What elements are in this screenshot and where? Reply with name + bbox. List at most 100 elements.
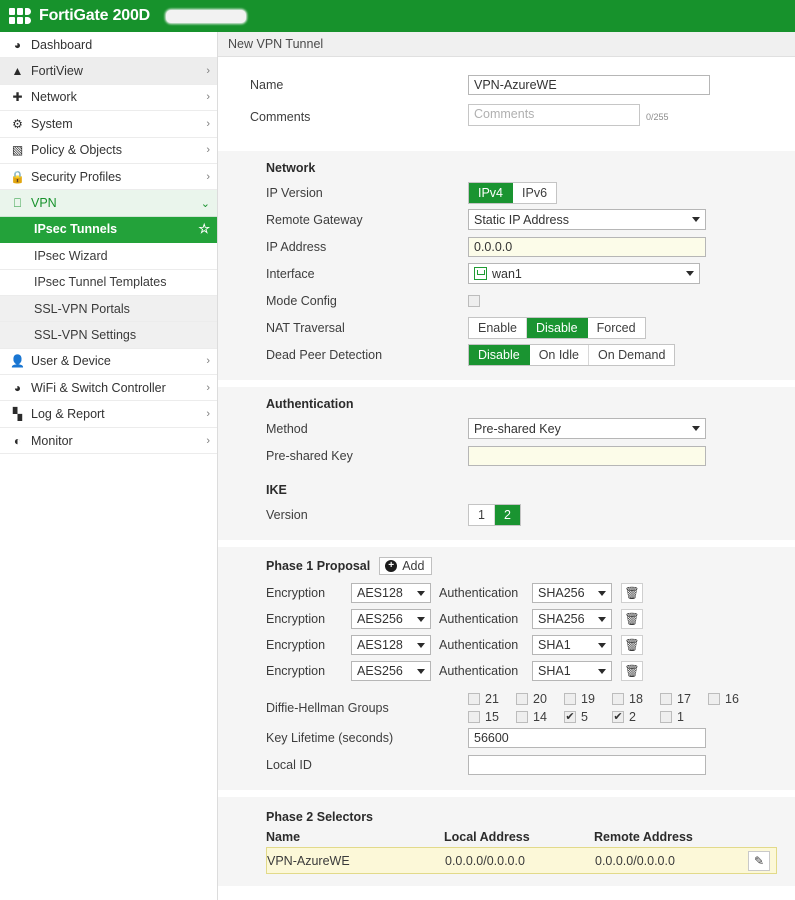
ike-version-option-2[interactable]: 2 [494, 504, 520, 525]
authentication-select[interactable]: SHA1 [532, 661, 612, 681]
sidebar-item-user-device[interactable]: 👤 User & Device › [0, 349, 217, 376]
dh-checkbox[interactable]: ✔ [516, 711, 528, 723]
sidebar-item-ipsec-tunnel-templates[interactable]: IPsec Tunnel Templates [0, 269, 217, 296]
dh-group-20[interactable]: ✔ 20 [516, 692, 564, 706]
sidebar-subitem-label: IPsec Wizard [34, 248, 108, 263]
sidebar-item-ipsec-wizard[interactable]: IPsec Wizard [0, 243, 217, 270]
key-lifetime-input[interactable] [468, 727, 706, 748]
selector-name: VPN-AzureWE [267, 853, 350, 868]
network-section-title: Network [266, 161, 316, 175]
comments-textarea[interactable] [468, 104, 640, 126]
nat-traversal-option-enable[interactable]: Enable [469, 317, 527, 338]
encryption-label: Encryption [266, 612, 326, 626]
lock-icon: 🔒 [10, 169, 25, 184]
encryption-value: AES256 [357, 612, 403, 626]
dh-checkbox[interactable]: ✔ [708, 693, 720, 705]
dpd-option-on-idle[interactable]: On Idle [530, 344, 589, 365]
dh-group-17[interactable]: ✔ 17 [660, 692, 708, 706]
nat-traversal-option-forced[interactable]: Forced [588, 318, 645, 338]
sidebar-item-security-profiles[interactable]: 🔒 Security Profiles › [0, 164, 217, 191]
sidebar-item-system[interactable]: ⚙ System › [0, 111, 217, 138]
ike-version-toggle[interactable]: 1 2 [468, 503, 521, 526]
sidebar-item-dashboard[interactable]: ◕ Dashboard [0, 32, 217, 59]
dh-checkbox[interactable]: ✔ [612, 693, 624, 705]
sidebar-item-log-report[interactable]: ▚ Log & Report › [0, 401, 217, 428]
dh-checkbox[interactable]: ✔ [660, 711, 672, 723]
ip-address-input[interactable] [468, 236, 706, 257]
dh-group-1[interactable]: ✔ 1 [660, 710, 708, 724]
chevron-down-icon [598, 668, 606, 674]
encryption-select[interactable]: AES128 [351, 635, 431, 655]
dh-checkbox[interactable]: ✔ [564, 693, 576, 705]
trash-icon[interactable]: 🗑 [621, 609, 643, 629]
proposal-row: Encryption AES128 Authentication SHA1 🗑 [218, 632, 795, 658]
dh-checkbox[interactable]: ✔ [468, 693, 480, 705]
sidebar-item-wifi-switch-controller[interactable]: ◕ WiFi & Switch Controller › [0, 375, 217, 402]
sidebar-item-fortiview[interactable]: ▲ FortiView › [0, 58, 217, 85]
dh-group-16[interactable]: ✔ 16 [708, 692, 756, 706]
fortinet-logo-icon [9, 8, 31, 24]
pre-shared-key-input[interactable] [468, 445, 706, 466]
dh-group-18[interactable]: ✔ 18 [612, 692, 660, 706]
nat-traversal-option-disable[interactable]: Disable [526, 317, 588, 338]
dpd-option-disable[interactable]: Disable [469, 344, 530, 365]
ike-version-option-1[interactable]: 1 [469, 504, 495, 525]
remote-gateway-label: Remote Gateway [266, 212, 363, 227]
sidebar-item-policy-objects[interactable]: ▧ Policy & Objects › [0, 138, 217, 164]
sidebar-item-ipsec-tunnels[interactable]: IPsec Tunnels ☆ [0, 216, 217, 244]
ip-version-option-ipv6[interactable]: IPv6 [513, 183, 556, 203]
favorite-star-icon[interactable]: ☆ [198, 221, 210, 237]
dh-group-15[interactable]: ✔ 15 [468, 710, 516, 724]
dh-group-21[interactable]: ✔ 21 [468, 692, 516, 706]
trash-icon[interactable]: 🗑 [621, 583, 643, 603]
pie-chart-icon: ◐ [13, 433, 22, 448]
nat-traversal-toggle[interactable]: Enable Disable Forced [468, 316, 646, 339]
add-proposal-button[interactable]: + Add [379, 557, 433, 575]
encryption-select[interactable]: AES256 [351, 609, 431, 629]
dh-number: 19 [581, 692, 595, 706]
interface-select[interactable]: wan1 [468, 263, 700, 284]
dead-peer-detection-toggle[interactable]: Disable On Idle On Demand [468, 343, 676, 366]
sidebar-item-sslvpn-portals[interactable]: SSL-VPN Portals [0, 295, 217, 323]
dh-checkbox[interactable]: ✔ [468, 711, 480, 723]
user-icon: 👤 [10, 354, 25, 369]
trash-icon[interactable]: 🗑 [621, 661, 643, 681]
table-row[interactable]: VPN-AzureWE 0.0.0.0/0.0.0.0 0.0.0.0/0.0.… [266, 847, 777, 874]
ip-version-option-ipv4[interactable]: IPv4 [469, 182, 514, 203]
dh-checkbox[interactable]: ✔ [516, 693, 528, 705]
ip-version-toggle[interactable]: IPv4 IPv6 [468, 181, 558, 204]
dh-checkbox[interactable]: ✔ [612, 711, 624, 723]
remote-gateway-select[interactable]: Static IP Address [468, 209, 706, 230]
dpd-option-on-demand[interactable]: On Demand [589, 345, 674, 365]
name-input[interactable] [468, 74, 710, 95]
mode-config-checkbox[interactable]: ✔ [468, 294, 480, 307]
pencil-icon[interactable]: ✎ [748, 850, 770, 871]
dh-group-14[interactable]: ✔ 14 [516, 710, 564, 724]
sidebar-item-network[interactable]: ✚ Network › [0, 85, 217, 112]
sidebar-subitem-label: SSL-VPN Settings [34, 327, 137, 342]
authentication-select[interactable]: SHA256 [532, 609, 612, 629]
dh-group-5[interactable]: ✔ 5 [564, 710, 612, 724]
ike-version-row: Version 1 2 [218, 501, 795, 528]
authentication-select[interactable]: SHA1 [532, 635, 612, 655]
chevron-down-icon [417, 616, 425, 622]
auth-method-value: Pre-shared Key [474, 421, 561, 436]
dh-group-line: ✔ 21 ✔ 20 ✔ 19 [468, 692, 756, 706]
authentication-select[interactable]: SHA256 [532, 583, 612, 603]
auth-method-select[interactable]: Pre-shared Key [468, 418, 706, 439]
dh-checkbox[interactable]: ✔ [660, 693, 672, 705]
chevron-down-icon [417, 668, 425, 674]
sidebar-item-sslvpn-settings[interactable]: SSL-VPN Settings [0, 322, 217, 349]
encryption-select[interactable]: AES128 [351, 583, 431, 603]
dh-group-19[interactable]: ✔ 19 [564, 692, 612, 706]
dh-checkbox[interactable]: ✔ [564, 711, 576, 723]
sidebar-item-monitor[interactable]: ◐ Monitor › [0, 428, 217, 455]
local-id-input[interactable] [468, 754, 706, 775]
sidebar-item-vpn[interactable]: ⎕ VPN ⌄ [0, 190, 217, 217]
column-header-remote-address: Remote Address [594, 830, 693, 844]
authentication-label: Authentication [439, 638, 519, 652]
dh-group-2[interactable]: ✔ 2 [612, 710, 660, 724]
trash-icon[interactable]: 🗑 [621, 635, 643, 655]
sidebar-subitem-label: IPsec Tunnels [34, 222, 118, 237]
encryption-select[interactable]: AES256 [351, 661, 431, 681]
